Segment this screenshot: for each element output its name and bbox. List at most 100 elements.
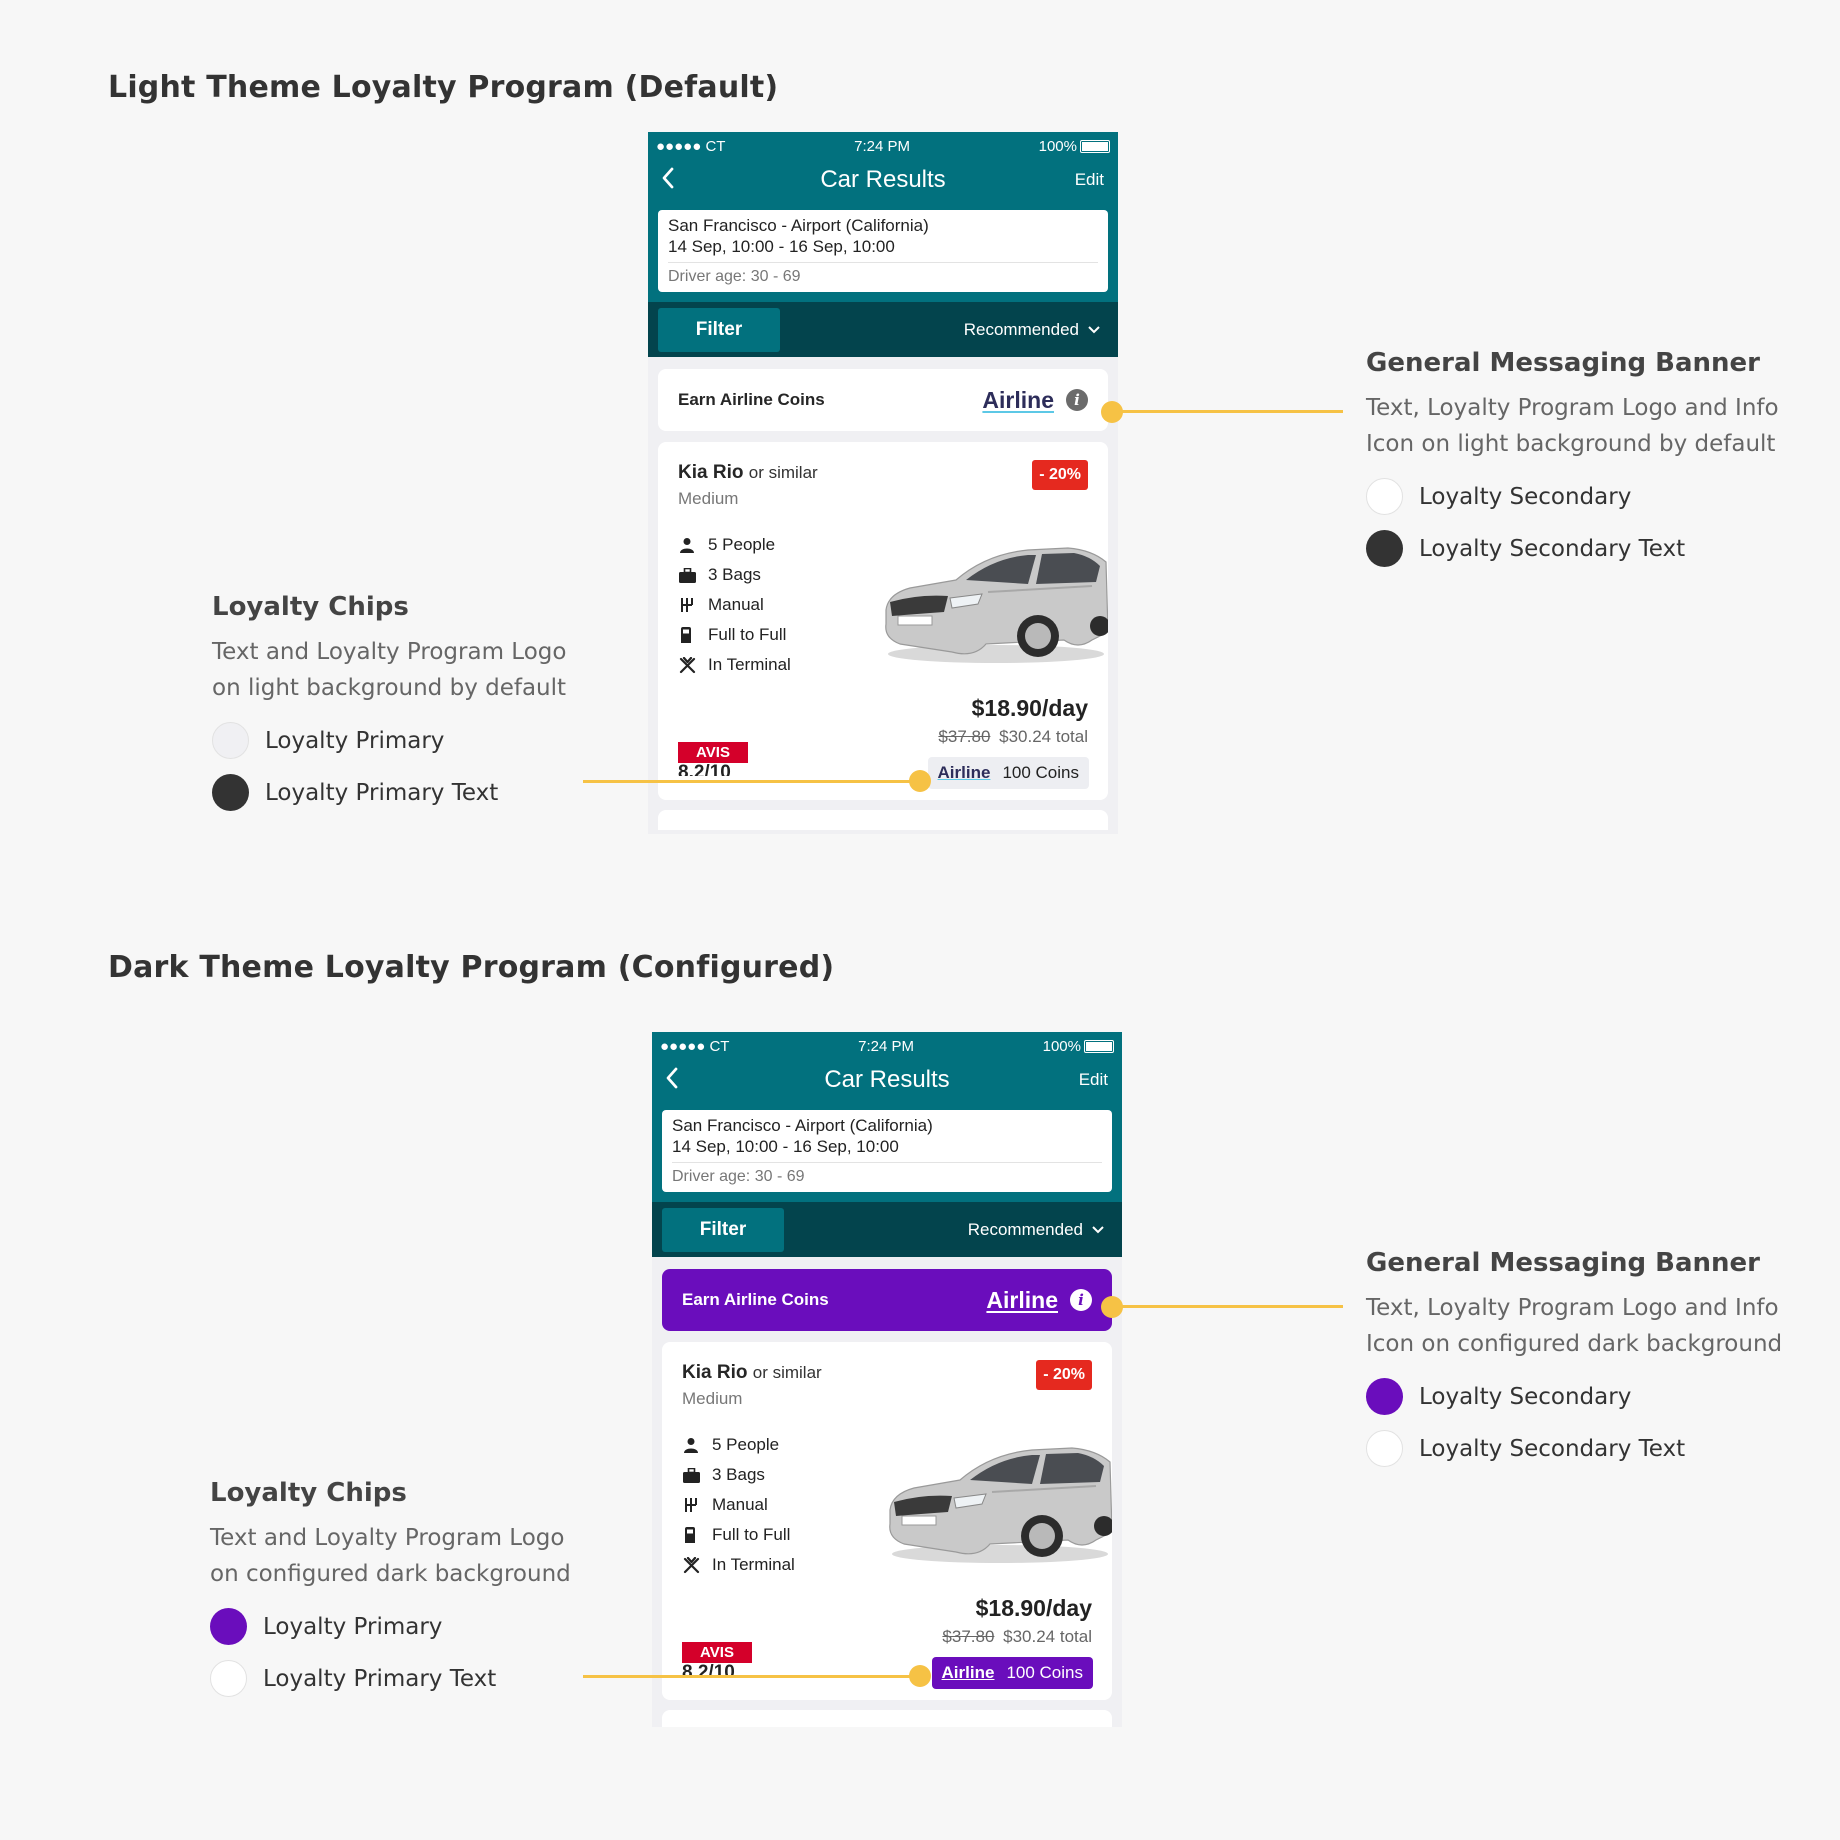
next-result-card — [658, 810, 1108, 830]
color-swatch — [210, 1660, 247, 1697]
annotation-desc: Text, Loyalty Program Logo and Info Icon… — [1366, 395, 1779, 457]
messaging-banner[interactable]: Earn Airline Coins Airline i — [658, 369, 1108, 431]
swatch-loyalty-primary-text: Loyalty Primary Text — [210, 1660, 630, 1697]
banner-annotation-dark: General Messaging Banner Text, Loyalty P… — [1366, 1248, 1806, 1467]
feature-item: Manual — [682, 1490, 795, 1520]
color-swatch — [212, 722, 249, 759]
battery-icon — [1080, 139, 1110, 153]
car-name: Kia Rio or similar — [682, 1362, 822, 1383]
nav-bar: Car Results Edit — [648, 160, 1118, 200]
supplier-logo: AVIS — [682, 1642, 752, 1663]
loyalty-logo: Airline — [986, 1286, 1058, 1313]
divider — [668, 262, 1098, 263]
color-swatch — [212, 774, 249, 811]
feature-label: In Terminal — [712, 1555, 795, 1574]
feature-item: Full to Full — [682, 1520, 795, 1550]
banner-connector-dot — [1101, 401, 1123, 423]
car-class: Medium — [678, 489, 739, 508]
discount-badge: - 20% — [1032, 460, 1088, 490]
swatch-loyalty-secondary: Loyalty Secondary — [1366, 1378, 1806, 1415]
battery-icon — [1084, 1039, 1114, 1053]
person-icon — [682, 1436, 700, 1454]
messaging-banner[interactable]: Earn Airline Coins Airline i — [662, 1269, 1112, 1331]
results-list: Earn Airline Coins Airline i Kia Rio or … — [652, 1257, 1122, 1727]
total-price: $37.80 $30.24 total — [942, 1627, 1092, 1646]
chip-loyalty-logo: Airline — [937, 763, 991, 782]
search-summary: San Francisco - Airport (California) 14 … — [648, 200, 1118, 302]
daily-price: $18.90/day — [971, 695, 1088, 721]
info-icon[interactable]: i — [1066, 389, 1088, 411]
banner-annotation-light: General Messaging Banner Text, Loyalty P… — [1366, 348, 1806, 567]
section-title-light: Light Theme Loyalty Program (Default) — [108, 70, 779, 105]
back-icon[interactable] — [664, 1066, 680, 1095]
loyalty-chip: Airline 100 Coins — [927, 757, 1089, 789]
edit-button[interactable]: Edit — [1075, 170, 1104, 190]
filter-button[interactable]: Filter — [662, 1207, 784, 1252]
phone-light: ●●●●● CT 7:24 PM 100% Car Results Edit S… — [648, 132, 1118, 834]
sort-dropdown[interactable]: Recommended — [964, 320, 1101, 340]
chip-connector-line — [583, 780, 921, 783]
supplier-logo: AVIS — [678, 742, 748, 763]
daily-price: $18.90/day — [975, 1595, 1092, 1621]
annotation-desc: Text and Loyalty Program Logo on configu… — [210, 1525, 571, 1587]
color-swatch — [210, 1608, 247, 1645]
banner-connector-line — [1111, 1305, 1343, 1308]
back-icon[interactable] — [660, 166, 676, 195]
driver-age: Driver age: 30 - 69 — [668, 268, 801, 285]
color-swatch — [1366, 478, 1403, 515]
annotation-title: Loyalty Chips — [212, 592, 409, 622]
swatch-loyalty-primary: Loyalty Primary — [212, 722, 632, 759]
filter-bar: Filter Recommended — [652, 1202, 1122, 1257]
annotation-title: General Messaging Banner — [1366, 348, 1760, 378]
search-card[interactable]: San Francisco - Airport (California) 14 … — [662, 1110, 1112, 1192]
battery-indicator: 100% — [1043, 1038, 1114, 1055]
feature-item: In Terminal — [682, 1550, 795, 1580]
clock-label: 7:24 PM — [858, 1037, 914, 1055]
annotation-title: Loyalty Chips — [210, 1478, 407, 1508]
plane-icon — [678, 656, 696, 674]
results-list: Earn Airline Coins Airline i Kia Rio or … — [648, 357, 1118, 830]
info-icon[interactable]: i — [1070, 1289, 1092, 1311]
nav-bar: Car Results Edit — [652, 1060, 1122, 1100]
feature-item: 5 People — [682, 1430, 795, 1460]
color-swatch — [1366, 1378, 1403, 1415]
feature-item: 3 Bags — [682, 1460, 795, 1490]
filter-button[interactable]: Filter — [658, 307, 780, 352]
discount-badge: - 20% — [1036, 1360, 1092, 1390]
chip-annotation-dark: Loyalty Chips Text and Loyalty Program L… — [210, 1478, 630, 1697]
swatch-loyalty-primary-text: Loyalty Primary Text — [212, 774, 632, 811]
search-card[interactable]: San Francisco - Airport (California) 14 … — [658, 210, 1108, 292]
supplier-rating: 8.2/10 — [678, 762, 731, 776]
chip-coins: 100 Coins — [1002, 763, 1079, 782]
banner-connector-line — [1111, 410, 1343, 413]
status-bar: ●●●●● CT 7:24 PM 100% — [648, 132, 1118, 160]
color-swatch — [1366, 1430, 1403, 1467]
swatch-loyalty-primary: Loyalty Primary — [210, 1608, 630, 1645]
car-result-card[interactable]: Kia Rio or similar Medium - 20% 5 People… — [662, 1342, 1114, 1700]
page-title: Car Results — [820, 166, 946, 193]
chip-connector-line — [583, 1675, 921, 1678]
sort-dropdown[interactable]: Recommended — [968, 1220, 1105, 1240]
gear-shift-icon — [682, 1496, 700, 1514]
driver-age: Driver age: 30 - 69 — [672, 1168, 805, 1185]
loyalty-chip: Airline 100 Coins — [931, 1657, 1093, 1689]
clock-label: 7:24 PM — [854, 137, 910, 155]
battery-indicator: 100% — [1039, 138, 1110, 155]
feature-label: 3 Bags — [712, 1465, 765, 1484]
banner-connector-dot — [1101, 1296, 1123, 1318]
car-image — [878, 532, 1110, 672]
annotation-desc: Text and Loyalty Program Logo on light b… — [212, 639, 567, 701]
gear-shift-icon — [678, 596, 696, 614]
banner-text: Earn Airline Coins — [682, 1290, 829, 1309]
carrier-label: ●●●●● CT — [656, 137, 726, 155]
divider — [672, 1162, 1102, 1163]
supplier-rating: 8.2/10 — [682, 1662, 735, 1676]
search-location: San Francisco - Airport (California) — [672, 1116, 933, 1135]
bag-icon — [678, 566, 696, 584]
car-result-card[interactable]: Kia Rio or similar Medium - 20% 5 People… — [658, 442, 1110, 800]
feature-item: 5 People — [678, 530, 791, 560]
edit-button[interactable]: Edit — [1079, 1070, 1108, 1090]
section-title-dark: Dark Theme Loyalty Program (Configured) — [108, 950, 835, 985]
feature-label: Manual — [708, 595, 764, 614]
feature-list: 5 People 3 Bags Manual Full to Full In Termi… — [682, 1430, 795, 1580]
